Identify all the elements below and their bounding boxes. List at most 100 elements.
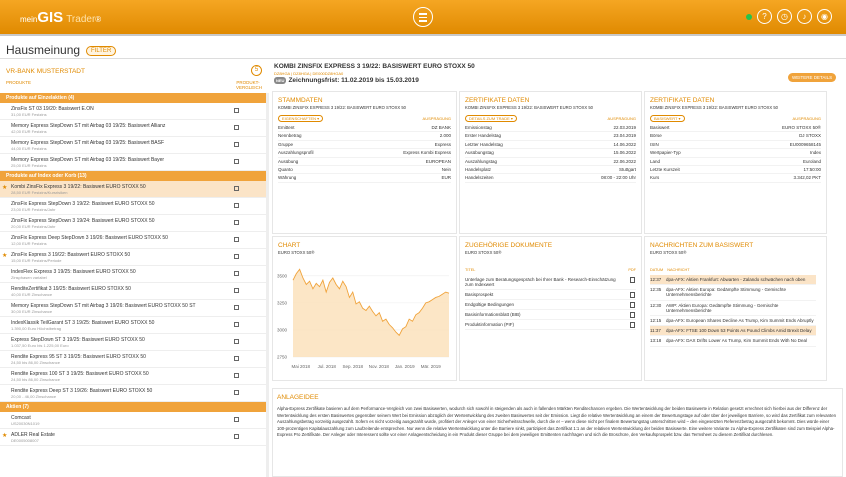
- x-tick-label: Jan. 2019: [395, 364, 415, 369]
- pdf-icon[interactable]: [630, 322, 635, 328]
- news-item[interactable]: 12:30 AWP: Aktien Europa: Gedämpfte Stimm…: [650, 301, 816, 317]
- list-item[interactable]: Express StepDown ST 3 19/25: Basiswert E…: [0, 334, 266, 351]
- list-item[interactable]: Comcast US20030N1019: [0, 412, 266, 429]
- compare-checkbox[interactable]: [234, 373, 239, 378]
- more-details-button[interactable]: WEITERE DETAILS: [788, 73, 837, 82]
- list-item[interactable]: ★ ADLER Real Estate DE0005008007: [0, 429, 266, 446]
- compare-checkbox[interactable]: [234, 159, 239, 164]
- product-subtitle: 28,50 EUR Festzins/Kursrisiken: [11, 190, 68, 195]
- news-item[interactable]: 12:35 dpa-AFX: Aktien Europa: Gedämpfte S…: [650, 285, 816, 301]
- filter-button[interactable]: FILTER: [86, 45, 117, 56]
- help-icon[interactable]: ?: [757, 9, 772, 24]
- compare-checkbox[interactable]: [234, 254, 239, 259]
- news-time: 12:30: [650, 302, 662, 308]
- compare-checkbox[interactable]: [234, 417, 239, 422]
- compare-checkbox[interactable]: [234, 237, 239, 242]
- kv-row: Land Euroland: [650, 158, 821, 166]
- news-item[interactable]: 12:15 dpa-AFX: European Shares Decline As…: [650, 316, 816, 327]
- product-subtitle: 1.390,00 Euro Höchstbetrag: [11, 326, 62, 331]
- menu-icon[interactable]: [413, 7, 433, 27]
- list-item[interactable]: Rendite Express 100 ST 3 19/25: Basiswer…: [0, 368, 266, 385]
- kv-row: Ausübungstag 15.06.2022: [465, 149, 636, 158]
- kv-value: Euroland: [802, 158, 821, 164]
- detail-title: KOMBI ZINSFIX EXPRESS 3 19/22: BASISWERT…: [274, 63, 475, 70]
- card-title: CHART: [278, 242, 301, 249]
- document-title: Produktinformation (PIF): [465, 322, 515, 327]
- kv-row: Handelsplatz Stuttgart: [465, 166, 636, 175]
- list-item[interactable]: IndexKlassik TeilGarant ST 3 19/25: Basi…: [0, 317, 266, 334]
- pdf-icon[interactable]: [630, 302, 635, 308]
- compare-checkbox[interactable]: [234, 322, 239, 327]
- clock-icon[interactable]: ◷: [777, 9, 792, 24]
- compare-checkbox[interactable]: [234, 142, 239, 147]
- list-item[interactable]: Memory Express StepDown ST mit Airbag 03…: [0, 120, 266, 137]
- basiswert-dropdown[interactable]: BASISWERT ▾: [650, 115, 685, 122]
- document-item[interactable]: Produktinformation (PIF): [465, 320, 636, 330]
- compare-checkbox[interactable]: [234, 339, 239, 344]
- star-icon[interactable]: ★: [2, 252, 7, 259]
- document-item[interactable]: Basisinformationsblatt (BIB): [465, 310, 636, 320]
- list-item[interactable]: Memory Express StepDown ST mit Airbag 03…: [0, 137, 266, 154]
- list-item[interactable]: ZinsFix Express StepDown 3 19/24: Basisw…: [0, 215, 266, 232]
- x-tick-label: Mai 2018: [292, 364, 311, 369]
- user-icon[interactable]: ◉: [817, 9, 832, 24]
- list-item[interactable]: IndexFlex Express 3 19/25: Basiswert EUR…: [0, 266, 266, 283]
- pdf-icon[interactable]: [630, 292, 635, 298]
- kv-row: Wertpapier-Typ Index: [650, 149, 821, 158]
- list-item[interactable]: Rendite Express Deep ST 3 19/26: Basiswe…: [0, 385, 266, 402]
- star-icon[interactable]: ★: [2, 184, 7, 191]
- list-item[interactable]: Memory Express StepDown ST mit Airbag 03…: [0, 154, 266, 171]
- compare-checkbox[interactable]: [234, 108, 239, 113]
- compare-checkbox[interactable]: [234, 288, 239, 293]
- compare-checkbox[interactable]: [234, 186, 239, 191]
- product-subtitle: US20030N1019: [11, 421, 40, 426]
- list-item[interactable]: ★ ZinsFix Express 3 19/22: Basiswert EURO…: [0, 249, 266, 266]
- top-bar: meinGIS Trader® ? ◷ ♪ ◉: [0, 0, 846, 34]
- product-subtitle: 31,00 EUR Festzins: [11, 112, 47, 117]
- product-list: Produkte auf Einzelaktien (4) ZinsFix ST …: [0, 93, 266, 446]
- kv-key: Land: [650, 158, 661, 164]
- kv-key: Emissionstag: [465, 125, 492, 130]
- list-item[interactable]: RenditeZertifikat 3 19/25: Basiswert EUR…: [0, 283, 266, 300]
- app-logo[interactable]: meinGIS Trader®: [20, 9, 101, 26]
- list-item[interactable]: Memory Express StepDown ST mit Airbag 3 …: [0, 300, 266, 317]
- compare-checkbox[interactable]: [234, 220, 239, 225]
- compare-checkbox[interactable]: [234, 271, 239, 276]
- kv-value: EURO STOXX 50®: [782, 125, 821, 130]
- document-item[interactable]: Basisprospekt: [465, 290, 636, 300]
- compare-checkbox[interactable]: [234, 434, 239, 439]
- pdf-icon[interactable]: [630, 312, 635, 318]
- properties-dropdown[interactable]: EIGENSCHAFTEN ▾: [278, 115, 324, 122]
- kv-value: EUROPEAN: [425, 158, 451, 164]
- kv-key: Erster Handelstag: [465, 133, 502, 139]
- count-badge[interactable]: 5: [251, 65, 262, 76]
- star-icon[interactable]: ★: [2, 432, 7, 439]
- col-auspraegung: AUSPRÄGUNG: [607, 116, 636, 121]
- compare-checkbox[interactable]: [234, 305, 239, 310]
- document-title: Basisinformationsblatt (BIB): [465, 312, 521, 317]
- compare-checkbox[interactable]: [234, 125, 239, 130]
- bell-icon[interactable]: ♪: [797, 9, 812, 24]
- product-subtitle: 44,00 EUR Festzins: [11, 146, 47, 151]
- basiswert-card: ZERTIFIKATE DATEN KOMBI ZINSFIX EXPRESS …: [644, 91, 827, 234]
- news-item[interactable]: 11:37 dpa-AFX: FTSE 100 Down 53 Points As…: [650, 326, 816, 337]
- list-item[interactable]: ZinsFix Express StepDown 3 19/22: Basisw…: [0, 198, 266, 215]
- kv-key: Emittent: [278, 125, 295, 130]
- investment-idea-card: ANLAGEIDEE Alpha-Express Zertifikate bas…: [272, 388, 843, 477]
- list-item[interactable]: Rendite Express 95 ST 3 19/25: Basiswert…: [0, 351, 266, 368]
- list-item[interactable]: ZinsFix Express Deep StepDown 3 19/26: B…: [0, 232, 266, 249]
- document-item[interactable]: Endgültige Bedingungen: [465, 300, 636, 310]
- document-item[interactable]: Unterlage zum Beratungsgespräch bei Ihre…: [465, 275, 636, 290]
- scrollbar[interactable]: [266, 93, 269, 477]
- trade-details-dropdown[interactable]: DETAILS ZUM TRADE ▾: [465, 115, 517, 122]
- compare-checkbox[interactable]: [234, 203, 239, 208]
- list-item[interactable]: ZinsFix ST 03 19/20: Basiswert E.ON 31,00…: [0, 103, 266, 120]
- news-item[interactable]: 13:18 dpa-AFX: DAX Drifts Lower As Trump,…: [650, 336, 816, 347]
- news-item[interactable]: 12:37 dpa-AFX: Aktien Frankfurt: Abwarten…: [650, 275, 816, 286]
- list-item[interactable]: ★ Kombi ZinsFix Express 3 19/22: Basiswer…: [0, 181, 266, 198]
- pdf-icon[interactable]: [630, 277, 635, 283]
- price-chart[interactable]: 2750 3000 3250 3500 Mai 2018 Jul. 2018 Sep. 20…: [273, 257, 456, 379]
- document-title: Basisprospekt: [465, 292, 494, 297]
- compare-checkbox[interactable]: [234, 356, 239, 361]
- compare-checkbox[interactable]: [234, 390, 239, 395]
